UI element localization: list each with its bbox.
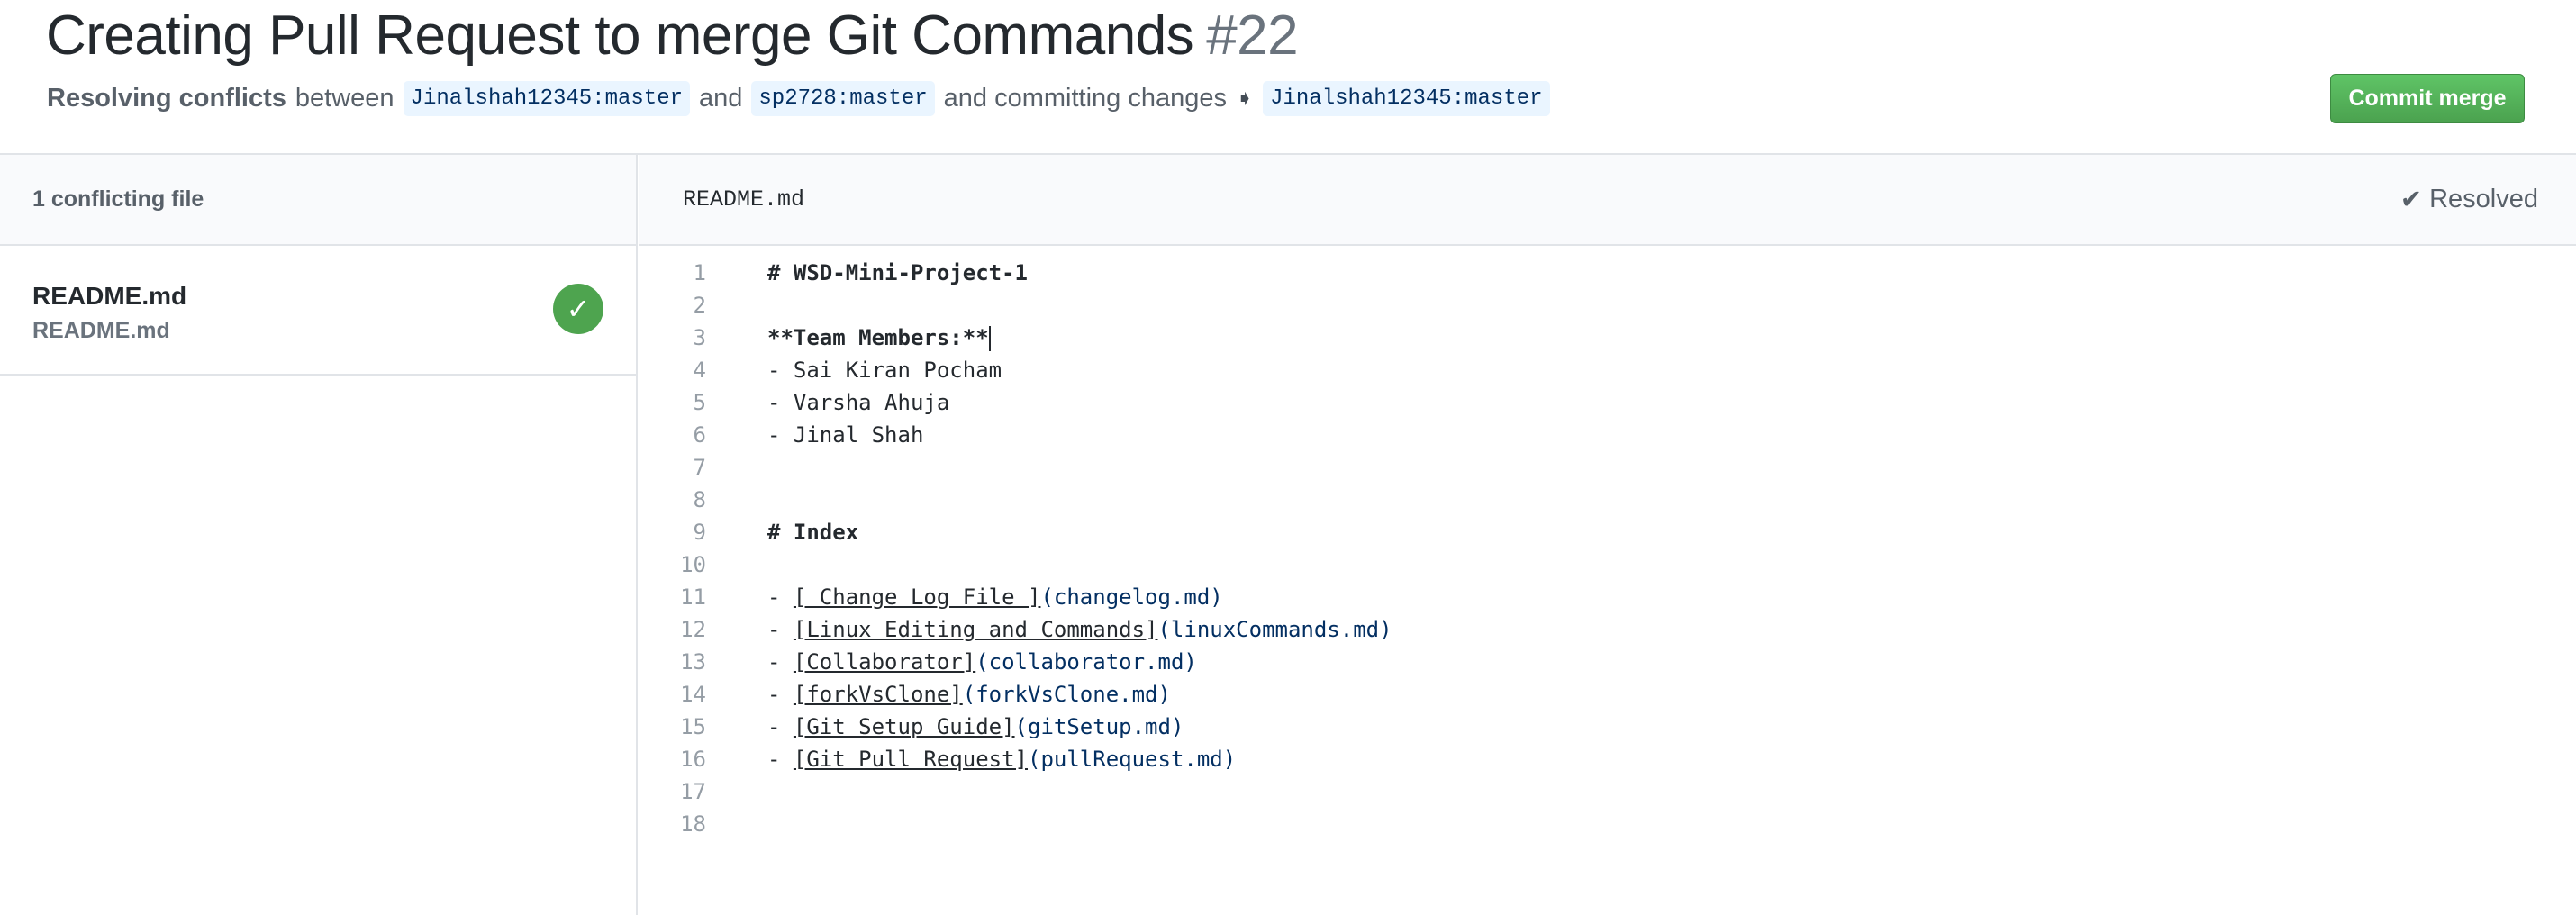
- line-content: - Jinal Shah: [767, 422, 924, 448]
- code-line: 12 - [Linux Editing and Commands](linuxCo…: [639, 613, 2576, 646]
- conflicting-count: 1 conflicting file: [0, 155, 636, 246]
- merge-description: Resolving conflicts between Jinalshah123…: [47, 81, 1550, 116]
- page-title: Creating Pull Request to merge Git Comma…: [46, 4, 1299, 68]
- line-text: - [Git Pull Request](pullRequest.md): [767, 747, 1237, 772]
- check-icon: ✔: [2399, 186, 2423, 214]
- line-number: 18: [680, 811, 706, 837]
- editor-filename: README.md: [683, 186, 805, 213]
- and-text: and: [699, 84, 743, 113]
- line-number: 1: [693, 260, 706, 285]
- resolved-status: ✔ Resolved: [2400, 184, 2538, 215]
- arrow-right-icon: ➧: [1235, 86, 1255, 111]
- line-text: - [Git Setup Guide](gitSetup.md): [767, 714, 1184, 739]
- conflict-file-list: 1 conflicting file README.md README.md ✓: [0, 155, 638, 915]
- code-line: 4 - Sai Kiran Pocham: [639, 354, 2576, 386]
- line-text: **Team Members:**: [767, 325, 991, 351]
- code-line: 10: [639, 548, 2576, 581]
- line-text: - Varsha Ahuja: [767, 390, 949, 415]
- code-line: 16 - [Git Pull Request](pullRequest.md): [639, 743, 2576, 775]
- line-content: - Sai Kiran Pocham: [767, 358, 1002, 383]
- line-content: - Varsha Ahuja: [767, 390, 950, 415]
- line-text: - [ Change Log File ](changelog.md): [767, 584, 1223, 610]
- line-text: # WSD-Mini-Project-1: [767, 260, 1028, 285]
- code-line: 9 # Index: [639, 516, 2576, 548]
- code-line: 1 # WSD-Mini-Project-1: [639, 257, 2576, 289]
- link-url: (changelog.md): [1040, 584, 1223, 610]
- code-line: 6 - Jinal Shah: [639, 419, 2576, 451]
- link-url: (pullRequest.md): [1028, 747, 1237, 772]
- resolving-label: Resolving conflicts: [47, 84, 286, 113]
- pr-number: #22: [1206, 5, 1299, 67]
- file-name: README.md: [32, 282, 187, 310]
- resolved-check-icon: ✓: [553, 284, 603, 334]
- line-number: 14: [680, 682, 706, 707]
- code-line: 8: [639, 484, 2576, 516]
- link-text: [forkVsClone]: [793, 682, 963, 707]
- code-line: 15 - [Git Setup Guide](gitSetup.md): [639, 711, 2576, 743]
- commit-merge-button[interactable]: Commit merge: [2330, 74, 2525, 123]
- line-number: 17: [680, 779, 706, 804]
- line-text: - [Linux Editing and Commands](linuxComm…: [767, 617, 1392, 642]
- line-content: # WSD-Mini-Project-1: [767, 260, 1028, 285]
- line-number: 2: [693, 293, 706, 318]
- code-editor[interactable]: 1 # WSD-Mini-Project-1 2 3 **Team Members:**…: [639, 246, 2576, 840]
- code-line: 17: [639, 775, 2576, 808]
- code-line: 13 - [Collaborator](collaborator.md): [639, 646, 2576, 678]
- line-number: 6: [693, 422, 706, 448]
- code-line: 5 - Varsha Ahuja: [639, 386, 2576, 419]
- committing-text: and committing changes: [943, 84, 1227, 113]
- target-branch: Jinalshah12345:master: [1263, 81, 1550, 116]
- line-text: - [Collaborator](collaborator.md): [767, 649, 1197, 675]
- code-line: 11 - [ Change Log File ](changelog.md): [639, 581, 2576, 613]
- branch-b: sp2728:master: [751, 81, 935, 116]
- link-text: [Git Setup Guide]: [793, 714, 1015, 739]
- link-text: [Linux Editing and Commands]: [793, 617, 1158, 642]
- between-text: between: [295, 84, 395, 113]
- line-number: 3: [693, 325, 706, 350]
- link-text: [Collaborator]: [793, 649, 976, 675]
- line-content: **Team Members:**: [767, 324, 989, 350]
- file-item-readme[interactable]: README.md README.md ✓: [0, 246, 636, 376]
- code-line: 2: [639, 289, 2576, 322]
- code-line: 7: [639, 451, 2576, 484]
- code-line: 18: [639, 808, 2576, 840]
- link-url: (linuxCommands.md): [1157, 617, 1392, 642]
- code-line: 3 **Team Members:**: [639, 322, 2576, 354]
- branch-a: Jinalshah12345:master: [403, 81, 690, 116]
- line-number: 13: [680, 649, 706, 675]
- text-cursor: [988, 325, 991, 351]
- resolved-label: Resolved: [2429, 185, 2538, 213]
- line-number: 11: [680, 584, 706, 610]
- line-text: - Sai Kiran Pocham: [767, 358, 1002, 383]
- line-number: 12: [680, 617, 706, 642]
- code-line: 14 - [forkVsClone](forkVsClone.md): [639, 678, 2576, 711]
- line-number: 5: [693, 390, 706, 415]
- link-url: (forkVsClone.md): [962, 682, 1171, 707]
- line-number: 8: [693, 487, 706, 512]
- editor-header: README.md ✔ Resolved: [639, 155, 2576, 246]
- line-text: - Jinal Shah: [767, 422, 923, 448]
- line-number: 4: [693, 358, 706, 383]
- line-number: 7: [693, 455, 706, 480]
- line-text: # Index: [767, 520, 858, 545]
- line-number: 9: [693, 520, 706, 545]
- line-text: - [forkVsClone](forkVsClone.md): [767, 682, 1171, 707]
- file-path: README.md: [32, 318, 170, 343]
- line-number: 16: [680, 747, 706, 772]
- link-url: (collaborator.md): [975, 649, 1197, 675]
- link-url: (gitSetup.md): [1014, 714, 1184, 739]
- line-number: 15: [680, 714, 706, 739]
- link-text: [ Change Log File ]: [793, 584, 1041, 610]
- editor-panel: README.md ✔ Resolved 1 # WSD-Mini-Project-…: [639, 155, 2576, 915]
- line-content: # Index: [767, 520, 859, 545]
- line-number: 10: [680, 552, 706, 577]
- title-text: Creating Pull Request to merge Git Comma…: [46, 5, 1194, 67]
- link-text: [Git Pull Request]: [793, 747, 1028, 772]
